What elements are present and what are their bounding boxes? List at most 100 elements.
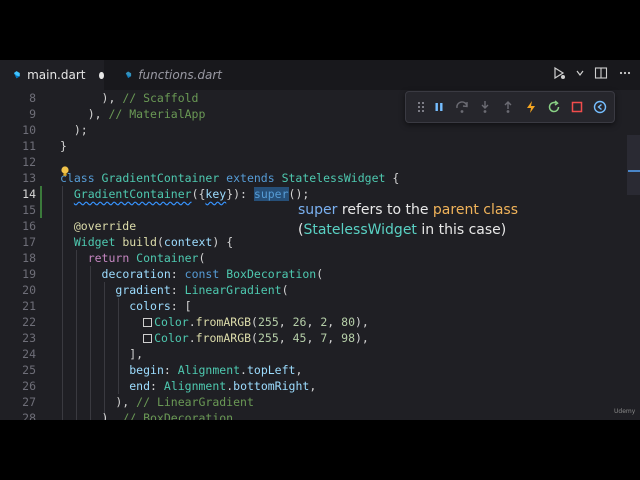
code-line[interactable]: 23 Color.fromARGB(255, 45, 7, 98), bbox=[0, 330, 620, 346]
code-token: topLeft bbox=[246, 363, 296, 377]
code-token: ( bbox=[251, 315, 258, 329]
color-swatch-icon[interactable] bbox=[143, 334, 153, 343]
code-token: const bbox=[184, 267, 227, 281]
code-token: fromARGB bbox=[195, 315, 252, 329]
code-token: begin bbox=[129, 363, 164, 377]
step-out-icon[interactable] bbox=[499, 98, 517, 116]
code-token: Widget bbox=[73, 235, 123, 249]
code-token: 98 bbox=[341, 331, 355, 345]
code-line[interactable]: 13 class GradientContainer extends Statel… bbox=[0, 170, 620, 186]
code-token: ), bbox=[60, 91, 123, 105]
code-token: ), bbox=[355, 315, 369, 329]
code-token: ], bbox=[60, 347, 144, 361]
code-token: LinearGradient bbox=[184, 283, 282, 297]
more-actions-icon[interactable] bbox=[618, 66, 632, 80]
line-number: 16 bbox=[22, 219, 36, 233]
line-number: 8 bbox=[29, 91, 36, 105]
code-line[interactable]: 25 begin: Alignment.topLeft, bbox=[0, 362, 620, 378]
line-number: 22 bbox=[22, 315, 36, 329]
code-line[interactable]: 18 return Container( bbox=[0, 250, 620, 266]
line-number: 24 bbox=[22, 347, 36, 361]
hot-reload-icon[interactable] bbox=[522, 98, 540, 116]
split-editor-icon[interactable] bbox=[594, 66, 608, 80]
minimap[interactable] bbox=[627, 135, 640, 195]
code-token: , bbox=[309, 379, 317, 393]
code-text: ); bbox=[60, 122, 88, 138]
code-text: ], bbox=[60, 346, 143, 362]
annotation-line-1: super refers to the parent class bbox=[298, 200, 518, 220]
code-token: decoration bbox=[101, 267, 171, 281]
code-line[interactable]: 20 gradient: LinearGradient( bbox=[0, 282, 620, 298]
code-line[interactable]: 11} bbox=[0, 138, 620, 154]
annotation-text: super bbox=[298, 202, 338, 218]
code-line[interactable]: 10 ); bbox=[0, 122, 620, 138]
line-number: 9 bbox=[29, 107, 36, 121]
pause-icon[interactable] bbox=[430, 98, 448, 116]
code-token: 26 bbox=[292, 315, 307, 329]
step-into-icon[interactable] bbox=[476, 98, 494, 116]
line-number: 17 bbox=[22, 235, 36, 249]
code-token: StatelessWidget bbox=[281, 171, 393, 185]
tab-main-dart[interactable]: main.dart bbox=[0, 60, 104, 90]
code-token: ); bbox=[60, 123, 88, 137]
annotation-text: refers to the bbox=[337, 202, 433, 218]
lightbulb-icon[interactable] bbox=[59, 165, 71, 177]
line-number: 28 bbox=[22, 411, 36, 420]
code-token: build bbox=[122, 235, 157, 249]
code-line[interactable]: 21 colors: [ bbox=[0, 298, 620, 314]
code-token: context bbox=[163, 235, 213, 249]
code-token: , bbox=[306, 315, 321, 329]
tab-functions-dart[interactable]: functions.dart bbox=[112, 60, 222, 90]
line-number: 10 bbox=[22, 123, 36, 137]
code-token: key bbox=[205, 187, 227, 201]
code-token: Color bbox=[154, 331, 189, 345]
annotation-text: parent class bbox=[432, 202, 519, 218]
code-text: colors: [ bbox=[60, 298, 191, 314]
code-line[interactable]: 12 bbox=[0, 154, 620, 170]
code-line[interactable]: 26 end: Alignment.bottomRight, bbox=[0, 378, 620, 394]
line-number: 14 bbox=[22, 187, 36, 201]
code-token: @override bbox=[60, 219, 137, 233]
restart-icon[interactable] bbox=[545, 98, 563, 116]
color-swatch-icon[interactable] bbox=[143, 318, 153, 327]
code-line[interactable]: 22 Color.fromARGB(255, 26, 2, 80), bbox=[0, 314, 620, 330]
code-line[interactable]: 19 decoration: const BoxDecoration( bbox=[0, 266, 620, 282]
code-text: Color.fromARGB(255, 45, 7, 98), bbox=[60, 330, 369, 346]
line-number: 11 bbox=[22, 139, 36, 153]
code-area[interactable]: 8 ), // Scaffold 9 ), // MaterialApp 10 );… bbox=[0, 90, 640, 420]
code-token: gradient bbox=[115, 283, 171, 297]
step-over-icon[interactable] bbox=[453, 98, 471, 116]
code-token: , bbox=[278, 331, 293, 345]
code-token: ( bbox=[198, 251, 206, 265]
code-token: ), bbox=[60, 411, 123, 420]
chevron-down-icon[interactable] bbox=[576, 69, 584, 77]
run-debug-icon[interactable] bbox=[552, 66, 566, 80]
letterbox-bottom bbox=[0, 420, 640, 480]
code-token: // LinearGradient bbox=[136, 395, 254, 409]
code-token: : bbox=[163, 363, 178, 377]
code-token: , bbox=[306, 331, 321, 345]
code-token: ), bbox=[60, 395, 137, 409]
code-line[interactable]: 27 ), // LinearGradient bbox=[0, 394, 620, 410]
devtools-icon[interactable] bbox=[591, 98, 609, 116]
code-token: 45 bbox=[292, 331, 307, 345]
code-line[interactable]: 28 ), // BoxDecoration bbox=[0, 410, 620, 420]
code-token: : bbox=[150, 379, 164, 393]
tab-bar: main.dart functions.dart bbox=[0, 60, 640, 90]
dart-file-icon bbox=[125, 71, 132, 78]
code-token: : bbox=[170, 283, 185, 297]
stop-icon[interactable] bbox=[568, 98, 586, 116]
code-line[interactable]: 24 ], bbox=[0, 346, 620, 362]
code-token: colors bbox=[129, 299, 171, 313]
drag-handle-icon[interactable] bbox=[412, 98, 430, 116]
line-number: 26 bbox=[22, 379, 36, 393]
code-text: ), // LinearGradient bbox=[60, 394, 254, 410]
code-token: ), bbox=[355, 331, 369, 345]
